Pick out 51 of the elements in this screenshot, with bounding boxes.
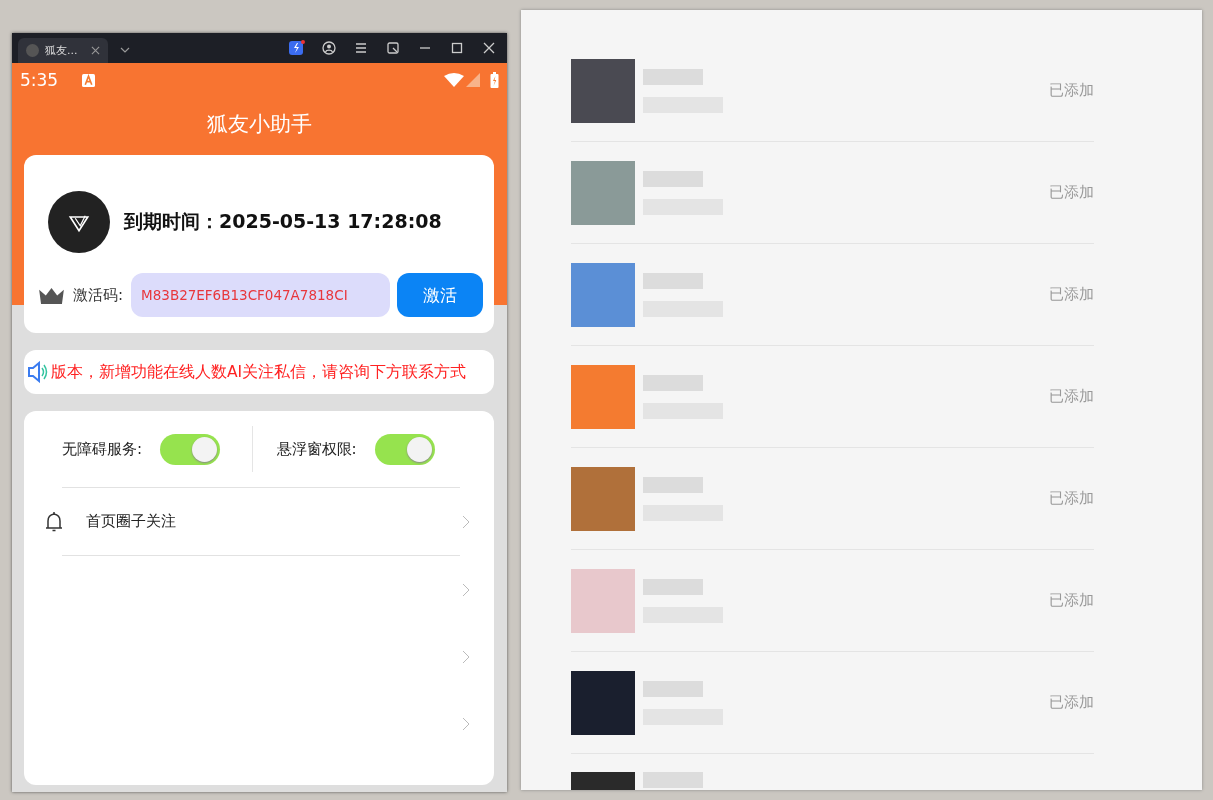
avatar-placeholder — [571, 262, 635, 327]
avatar-placeholder — [571, 160, 635, 225]
crown-icon — [38, 285, 65, 305]
notice-text: 版本，新增功能在线人数AI关注私信，请咨询下方联系方式 — [51, 361, 467, 383]
added-status-text: 已添加 — [1049, 81, 1094, 100]
close-icon[interactable] — [481, 40, 497, 56]
app-title: 狐友小助手 — [206, 111, 313, 138]
avatar-placeholder — [571, 466, 635, 531]
avatar-placeholder — [571, 364, 635, 429]
redacted-name-block — [643, 170, 703, 187]
app-logo-icon — [26, 44, 39, 57]
user-icon[interactable] — [321, 40, 337, 56]
speaker-icon — [27, 361, 49, 383]
toggle-label: 悬浮窗权限: — [276, 439, 357, 459]
activation-code-label: 激活码: — [73, 285, 124, 305]
close-icon[interactable] — [91, 46, 100, 55]
menu-icon[interactable] — [353, 40, 369, 56]
bell-icon — [44, 510, 64, 533]
toggle-label: 无障碍服务: — [62, 439, 143, 459]
maximize-icon[interactable] — [449, 40, 465, 56]
redacted-name-block — [643, 374, 703, 391]
added-status-text: 已添加 — [1049, 591, 1094, 610]
lightning-icon[interactable] — [289, 40, 305, 56]
screen-icon[interactable] — [385, 40, 401, 56]
font-a-icon — [82, 73, 96, 87]
redacted-name-block — [643, 68, 703, 85]
added-status-text: 已添加 — [1049, 387, 1094, 406]
wifi-icon — [444, 73, 464, 87]
emulator-tab[interactable]: 狐友... — [18, 38, 108, 63]
expiry-time-text: 到期时间：2025-05-13 17:28:08 — [124, 209, 442, 234]
redacted-name-block — [643, 680, 703, 697]
added-status-text: 已添加 — [1049, 285, 1094, 304]
battery-charging-icon — [490, 72, 499, 88]
redacted-name-block — [643, 476, 703, 493]
tab-title: 狐友... — [45, 43, 78, 58]
avatar-placeholder — [571, 58, 635, 123]
redacted-name-block — [643, 772, 703, 788]
chevron-down-icon[interactable] — [120, 47, 130, 53]
added-status-text: 已添加 — [1049, 693, 1094, 712]
menu-item-label[interactable]: 首页圈子关注 — [86, 512, 176, 531]
activate-button[interactable]: 激活 — [397, 273, 484, 317]
toggle-switch[interactable] — [160, 433, 221, 465]
redacted-name-block — [643, 578, 703, 595]
redacted-name-block — [643, 272, 703, 289]
status-time: 5:35 — [20, 70, 59, 90]
signal-icon — [466, 73, 480, 87]
added-status-text: 已添加 — [1049, 489, 1094, 508]
avatar-placeholder — [571, 670, 635, 735]
added-status-text: 已添加 — [1049, 183, 1094, 202]
toggle-switch[interactable] — [374, 433, 435, 465]
avatar-placeholder — [571, 568, 635, 633]
